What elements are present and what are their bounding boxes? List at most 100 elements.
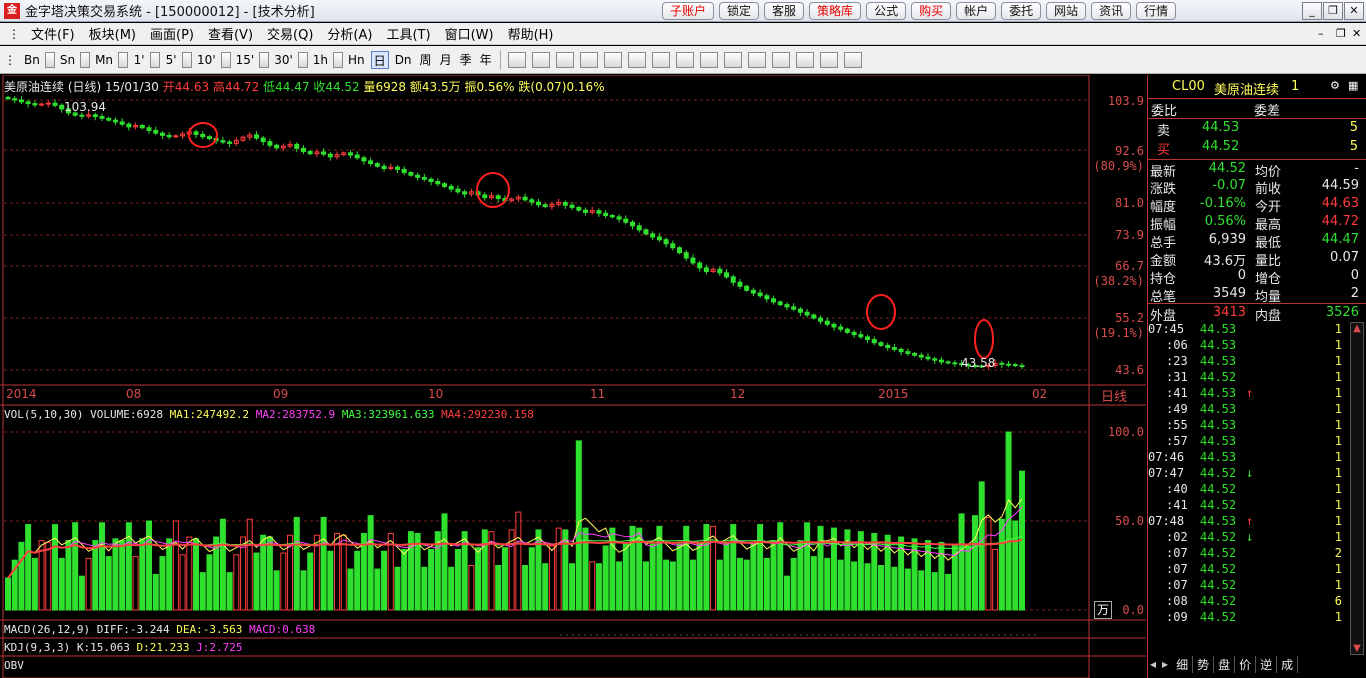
title-button-2[interactable]: 客服 xyxy=(764,2,805,20)
candle-body xyxy=(865,336,871,341)
eraser-icon[interactable] xyxy=(771,51,790,68)
panel-tab-5[interactable]: 成 xyxy=(1277,655,1299,673)
period-button-11[interactable]: Dn xyxy=(393,51,414,69)
fan-tool-icon[interactable] xyxy=(603,51,622,68)
period-button-5[interactable]: 10' xyxy=(195,51,218,69)
candle-body xyxy=(126,123,132,128)
volume-bar xyxy=(52,524,59,611)
menu-item-6[interactable]: 工具(T) xyxy=(379,24,437,43)
volume-bar xyxy=(132,556,139,611)
menu-item-3[interactable]: 查看(V) xyxy=(201,24,260,43)
text-a-icon[interactable] xyxy=(723,51,742,68)
menu-item-7[interactable]: 窗口(W) xyxy=(438,24,501,43)
chart-area[interactable]: 美原油连续 (日线) 15/01/30 开44.63 高44.72 低44.47… xyxy=(0,75,1146,678)
quote-value: 44.59 xyxy=(1321,178,1359,193)
tick-scrollbar[interactable]: ▲ ▼ xyxy=(1350,322,1364,655)
panel-tab-3[interactable]: 价 xyxy=(1235,655,1257,673)
period-button-1[interactable]: Sn xyxy=(58,51,77,69)
grid-icon[interactable]: ▦ xyxy=(1348,79,1358,92)
tick-volume: 2 xyxy=(1334,546,1342,560)
candle-body xyxy=(918,354,924,358)
menu-item-1[interactable]: 板块(M) xyxy=(82,24,143,43)
copy-icon[interactable] xyxy=(747,51,766,68)
volume-bar xyxy=(918,570,925,611)
tab-prev-icon[interactable]: ◂ xyxy=(1148,657,1158,671)
candle-body xyxy=(18,99,24,103)
period-button-6[interactable]: 15' xyxy=(234,51,257,69)
palette-icon[interactable] xyxy=(819,51,838,68)
period-label[interactable]: 日线 xyxy=(1101,386,1127,405)
title-button-6[interactable]: 帐户 xyxy=(956,2,997,20)
title-button-10[interactable]: 行情 xyxy=(1136,2,1177,20)
period-button-10[interactable]: 日 xyxy=(370,50,389,69)
period-button-7[interactable]: 30' xyxy=(272,51,295,69)
candle-body xyxy=(119,121,125,125)
title-button-0[interactable]: 子账户 xyxy=(662,2,715,20)
quote-row: 金额 43.6万 量比 0.07 xyxy=(1148,249,1366,269)
menu-item-0[interactable]: 文件(F) xyxy=(24,24,82,43)
volume-bar xyxy=(642,561,649,611)
period-button-4[interactable]: 5' xyxy=(163,51,179,69)
quote-value: 3413 xyxy=(1212,305,1246,320)
line-tool-icon[interactable] xyxy=(531,51,550,68)
window-title: 金字塔决策交易系统 - [150000012] - [技术分析] xyxy=(25,5,315,20)
period-button-15[interactable]: 年 xyxy=(478,51,494,69)
panel-tab-4[interactable]: 逆 xyxy=(1256,655,1278,673)
period-button-8[interactable]: 1h xyxy=(311,51,330,69)
quote-value: 3549 xyxy=(1212,286,1246,301)
period-button-13[interactable]: 月 xyxy=(438,51,454,69)
panel-tab-0[interactable]: 细 xyxy=(1172,655,1194,673)
title-button-8[interactable]: 网站 xyxy=(1046,2,1087,20)
candle-body xyxy=(455,188,461,193)
volume-axis-label: 100.0 xyxy=(1107,425,1144,439)
tick-row: :31 44.52 1 xyxy=(1148,370,1348,386)
period-button-2[interactable]: Mn xyxy=(93,51,115,69)
tick-volume: 1 xyxy=(1334,370,1342,384)
settings-icon[interactable]: ⚙ xyxy=(1330,79,1340,92)
title-button-7[interactable]: 委托 xyxy=(1001,2,1042,20)
tick-volume: 1 xyxy=(1334,578,1342,592)
scroll-up-icon[interactable]: ▲ xyxy=(1351,323,1363,334)
title-button-1[interactable]: 锁定 xyxy=(719,2,760,20)
template-icon[interactable] xyxy=(843,51,862,68)
draw-cursor-icon[interactable] xyxy=(507,51,526,68)
circle-tool-icon[interactable] xyxy=(699,51,718,68)
title-button-5[interactable]: 购买 xyxy=(911,2,952,20)
period-button-0[interactable]: Bn xyxy=(22,51,42,69)
period-button-3[interactable]: 1' xyxy=(131,51,147,69)
close-button[interactable]: ✕ xyxy=(1344,2,1364,20)
menu-item-5[interactable]: 分析(A) xyxy=(320,24,379,43)
channel-tool-icon[interactable] xyxy=(627,51,646,68)
mdi-minimize-button[interactable]: – xyxy=(1318,27,1324,40)
link-icon[interactable] xyxy=(795,51,814,68)
menu-item-8[interactable]: 帮助(H) xyxy=(501,24,561,43)
scroll-down-icon[interactable]: ▼ xyxy=(1351,643,1363,654)
panel-tab-2[interactable]: 盘 xyxy=(1214,655,1236,673)
pct-axis-label: (80.9%) xyxy=(1093,159,1144,173)
title-button-3[interactable]: 策略库 xyxy=(809,2,862,20)
minimize-button[interactable]: _ xyxy=(1302,2,1322,20)
quote-value: 44.47 xyxy=(1321,232,1359,247)
rect-tool-icon[interactable] xyxy=(675,51,694,68)
volume-bar xyxy=(763,557,770,611)
mdi-close-button[interactable]: ✕ xyxy=(1352,27,1361,40)
bars-tool-icon[interactable] xyxy=(579,51,598,68)
volume-bar xyxy=(783,575,790,611)
period-button-14[interactable]: 季 xyxy=(458,51,474,69)
period-button-12[interactable]: 周 xyxy=(418,51,434,69)
restore-button[interactable]: ❐ xyxy=(1323,2,1343,20)
menu-item-4[interactable]: 交易(Q) xyxy=(260,24,320,43)
tab-next-icon[interactable]: ▸ xyxy=(1158,657,1172,671)
candle-body xyxy=(737,281,743,287)
title-button-9[interactable]: 资讯 xyxy=(1091,2,1132,20)
text-tool-icon[interactable] xyxy=(555,51,574,68)
panel-tab-1[interactable]: 势 xyxy=(1193,655,1215,673)
period-button-9[interactable]: Hn xyxy=(346,51,367,69)
mdi-restore-button[interactable]: ❐ xyxy=(1336,27,1346,40)
toolbar: ⋮ Bn Sn Mn 1' 5' 10' 15' 30' 1h Hn 日 Dn 周月季年 xyxy=(0,46,1366,74)
kline-chart[interactable] xyxy=(0,75,1146,678)
menu-item-2[interactable]: 画面(P) xyxy=(143,24,201,43)
menu-bar: ⋮ 文件(F) 板块(M) 画面(P) 查看(V) 交易(Q) 分析(A) 工具(T) 窗口(… xyxy=(0,23,1366,45)
fill-tool-icon[interactable] xyxy=(651,51,670,68)
title-button-4[interactable]: 公式 xyxy=(866,2,907,20)
